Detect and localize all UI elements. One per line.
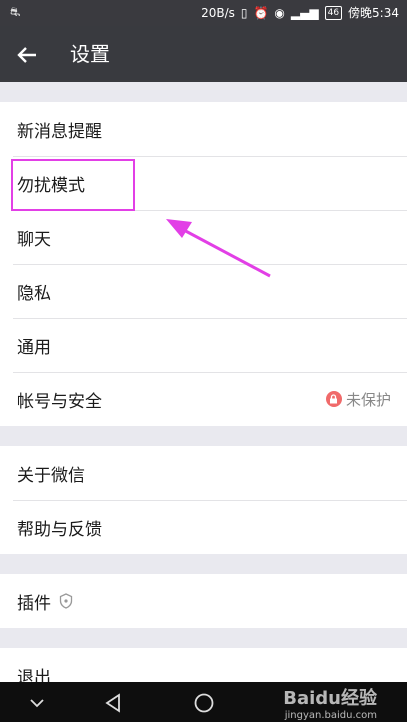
watermark-url: jingyan.baidu.com	[284, 710, 377, 721]
alarm-icon: ⏰	[253, 5, 269, 20]
network-speed: 20B/s	[201, 5, 235, 20]
circle-home-icon	[194, 693, 214, 713]
settings-item-chat[interactable]: 聊天	[0, 210, 407, 264]
system-nav-bar: Baidu经验 jingyan.baidu.com	[0, 682, 407, 722]
lock-icon	[325, 391, 342, 407]
settings-item-new-message-alert[interactable]: 新消息提醒	[0, 102, 407, 156]
eye-icon: ◉	[274, 5, 285, 20]
page-title: 设置	[70, 42, 110, 66]
unprotected-status-text: 未保护	[345, 390, 391, 409]
settings-item-about-wechat[interactable]: 关于微信	[0, 446, 407, 500]
clock: 傍晚5:34	[348, 6, 399, 20]
settings-item-label: 退出	[17, 667, 51, 683]
back-arrow-icon	[17, 47, 36, 63]
settings-item-label: 插件	[17, 593, 51, 614]
settings-item-plugins[interactable]: 插件	[0, 574, 407, 628]
settings-item-label: 新消息提醒	[17, 121, 102, 142]
settings-item-privacy[interactable]: 隐私	[0, 264, 407, 318]
settings-group-main: 新消息提醒 勿扰模式 聊天 隐私 通用 帐号与安全 未保护	[0, 102, 407, 426]
plugin-shield-icon	[59, 593, 73, 609]
account-security-status: 未保护	[325, 372, 391, 426]
chevron-down-icon	[30, 699, 44, 708]
status-bar: ⛐ 20B/s ▯ ⏰ ◉ ▂▄▆ 46 傍晚5:34	[0, 0, 407, 26]
settings-group-about: 关于微信 帮助与反馈	[0, 446, 407, 554]
settings-item-label: 隐私	[17, 283, 51, 304]
triangle-back-icon	[105, 693, 120, 713]
settings-item-general[interactable]: 通用	[0, 318, 407, 372]
baidu-watermark: Baidu经验 jingyan.baidu.com	[283, 684, 377, 721]
settings-item-label: 勿扰模式	[17, 175, 85, 196]
notification-icon: ⛐	[10, 5, 21, 19]
settings-item-exit[interactable]: 退出	[0, 648, 407, 683]
settings-list: 新消息提醒 勿扰模式 聊天 隐私 通用 帐号与安全 未保护 关于微信 帮助与反馈…	[0, 82, 407, 682]
battery-indicator: 46	[324, 5, 343, 20]
app-bar: 设置	[0, 26, 407, 82]
nav-back-button[interactable]	[100, 690, 126, 716]
settings-group-plugins: 插件	[0, 574, 407, 628]
settings-item-do-not-disturb[interactable]: 勿扰模式	[0, 156, 407, 210]
settings-item-label: 关于微信	[17, 465, 85, 486]
nav-home-button[interactable]	[191, 690, 217, 716]
vibrate-icon: ▯	[240, 5, 248, 20]
settings-item-account-security[interactable]: 帐号与安全 未保护	[0, 372, 407, 426]
watermark-brand: Baidu经验	[283, 688, 377, 709]
settings-item-label: 聊天	[17, 229, 51, 250]
settings-item-label: 帐号与安全	[17, 391, 102, 412]
signal-icon: ▂▄▆	[290, 5, 319, 20]
status-bar-right: 20B/s ▯ ⏰ ◉ ▂▄▆ 46 傍晚5:34	[201, 4, 399, 21]
back-button[interactable]	[10, 38, 44, 72]
settings-group-exit: 退出	[0, 648, 407, 682]
settings-item-help-feedback[interactable]: 帮助与反馈	[0, 500, 407, 554]
settings-item-label: 帮助与反馈	[17, 519, 102, 540]
settings-item-label: 通用	[17, 337, 51, 358]
nav-collapse-button[interactable]	[24, 690, 50, 716]
